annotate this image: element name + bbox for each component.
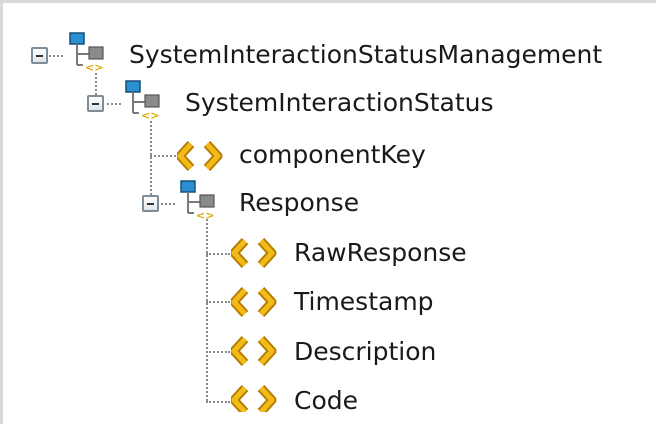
tree-node-label[interactable]: SystemInteractionStatusManagement xyxy=(129,35,602,75)
connector xyxy=(150,121,152,203)
collapse-toggle-response[interactable] xyxy=(142,195,159,212)
element-icon xyxy=(231,287,277,317)
tree-node-label[interactable]: Timestamp xyxy=(294,282,434,322)
tree-node-label[interactable]: Response xyxy=(239,183,359,223)
connector xyxy=(206,401,230,403)
svg-text:<>: <> xyxy=(85,61,103,73)
tree-node-label[interactable]: Description xyxy=(294,332,436,372)
connector xyxy=(150,155,176,157)
collapse-toggle-status[interactable] xyxy=(87,95,104,112)
svg-text:<>: <> xyxy=(196,209,214,221)
complex-type-icon: <> xyxy=(125,80,160,121)
tree-node-label[interactable]: RawResponse xyxy=(294,233,467,273)
svg-text:<>: <> xyxy=(141,109,159,121)
element-icon xyxy=(231,336,277,366)
connector xyxy=(206,253,230,255)
element-icon xyxy=(177,141,223,171)
complex-type-icon: <> xyxy=(180,180,215,221)
connector xyxy=(161,203,175,205)
tree-panel: <> SystemInteractionStatusManagement <> … xyxy=(0,0,656,424)
tree-node-label[interactable]: SystemInteractionStatus xyxy=(185,83,494,123)
connector xyxy=(206,351,230,353)
connector xyxy=(206,219,208,401)
element-icon xyxy=(231,238,277,268)
connector xyxy=(206,301,230,303)
complex-type-icon: <> xyxy=(69,32,104,73)
connector xyxy=(107,103,121,105)
tree-node-label[interactable]: componentKey xyxy=(239,135,426,175)
connector xyxy=(49,55,63,57)
collapse-toggle-root[interactable] xyxy=(31,47,48,64)
element-icon xyxy=(231,385,277,415)
tree-node-label[interactable]: Code xyxy=(294,381,358,421)
